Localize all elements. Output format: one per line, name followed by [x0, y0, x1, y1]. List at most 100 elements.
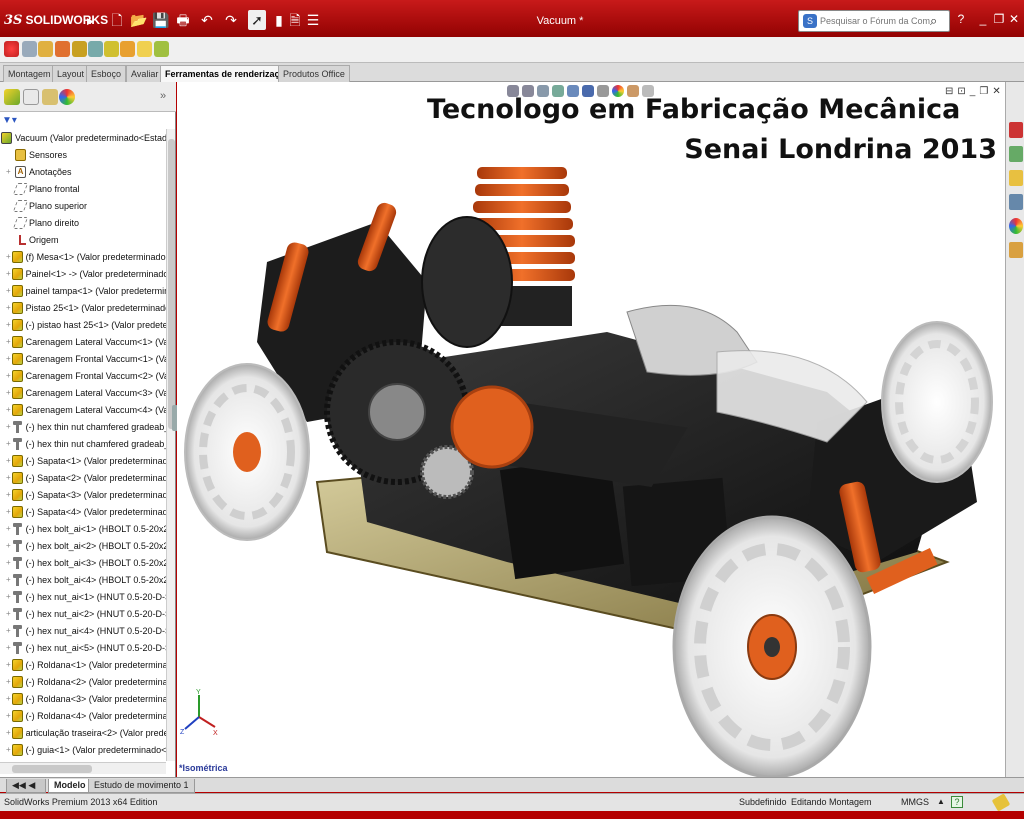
help-icon[interactable]: ? [953, 10, 969, 28]
expand-toggle-icon[interactable]: + [6, 371, 11, 380]
expand-toggle-icon[interactable]: + [6, 524, 11, 533]
view-palette-icon[interactable] [1009, 194, 1023, 210]
tab-modelo[interactable]: Modelo [48, 779, 92, 793]
select-arrow-icon[interactable]: ➚ [248, 10, 266, 30]
tree-item[interactable]: + (-) hex nut_ai<2> (HNUT 0.5-20-D-S<E [0, 605, 166, 622]
tab-layout[interactable]: Layout [52, 65, 90, 82]
redo-icon[interactable]: ↷ [222, 10, 240, 30]
expand-toggle-icon[interactable]: + [6, 354, 11, 363]
expand-toggle-icon[interactable]: + [6, 575, 11, 584]
quick-tips-help-icon[interactable]: ? [951, 796, 963, 808]
tab-produtos-office[interactable]: Produtos Office [278, 65, 350, 82]
units-selector[interactable]: MMGS [901, 797, 929, 807]
tree-item[interactable]: + Carenagem Frontal Vaccum<1> (Valor [0, 350, 166, 367]
tree-item[interactable]: Sensores [0, 146, 166, 163]
tree-item[interactable]: + (-) Sapata<4> (Valor predeterminado< [0, 503, 166, 520]
schedule-render-icon[interactable] [120, 41, 135, 57]
expand-toggle-icon[interactable]: + [6, 252, 11, 261]
property-manager-icon[interactable] [23, 89, 39, 105]
tree-item[interactable]: + Painel<1> -> (Valor predeterminado<< [0, 265, 166, 282]
tree-vertical-scrollbar[interactable] [166, 129, 175, 761]
expand-toggle-icon[interactable]: + [6, 405, 11, 414]
save-icon[interactable]: 💾 [152, 10, 170, 30]
tab-estudo-movimento[interactable]: Estudo de movimento 1 [88, 779, 195, 793]
tree-item[interactable]: + Carenagem Lateral Vaccum<4> (Valor [0, 401, 166, 418]
custom-properties-icon[interactable] [1009, 242, 1023, 258]
final-render-icon[interactable] [104, 41, 119, 57]
expand-toggle-icon[interactable]: + [6, 320, 11, 329]
tree-item[interactable]: Origem [0, 231, 166, 248]
restore-icon[interactable]: ❐ [991, 10, 1007, 28]
scrollbar-thumb[interactable] [12, 765, 92, 773]
tree-item[interactable]: + (-) Roldana<2> (Valor predeterminado [0, 673, 166, 690]
tree-filter[interactable]: ▼▾ [2, 114, 172, 128]
tree-item[interactable]: + (-) hex bolt_ai<1> (HBOLT 0.5-20x2.5x2 [0, 520, 166, 537]
tree-item[interactable]: + (-) hex nut_ai<5> (HNUT 0.5-20-D-S<E [0, 639, 166, 656]
tree-item[interactable]: + (-) Sapata<2> (Valor predeterminado< [0, 469, 166, 486]
expand-toggle-icon[interactable]: + [6, 439, 11, 448]
options-icon[interactable]: ☰ [304, 10, 322, 30]
tree-item[interactable]: + (-) Sapata<3> (Valor predeterminado< [0, 486, 166, 503]
tree-item[interactable]: + (-) hex thin nut chamfered gradeab_iso [0, 435, 166, 452]
expand-toggle-icon[interactable]: + [6, 286, 11, 295]
light-icon[interactable] [72, 41, 87, 57]
expand-panel-icon[interactable]: » [160, 90, 166, 102]
recall-render-icon[interactable] [137, 41, 152, 57]
expand-toggle-icon[interactable]: + [6, 728, 11, 737]
viewport-close-icon[interactable]: ✕ [992, 86, 1000, 97]
search-scope-icon[interactable]: S [803, 14, 817, 28]
tree-item[interactable]: + (f) Mesa<1> (Valor predeterminado<C [0, 248, 166, 265]
expand-toggle-icon[interactable]: + [6, 745, 11, 754]
solidworks-logo[interactable]: 3S SOLIDWORKS [4, 10, 108, 30]
appearance-icon[interactable] [22, 41, 37, 57]
expand-toggle-icon[interactable]: + [6, 660, 11, 669]
search-input[interactable] [820, 16, 930, 26]
feature-manager-icon[interactable] [4, 89, 20, 105]
tree-item[interactable]: Vacuum (Valor predeterminado<Estado de [0, 129, 166, 146]
expand-toggle-icon[interactable]: + [6, 694, 11, 703]
tree-item[interactable]: Plano direito [0, 214, 166, 231]
camera-icon[interactable] [88, 41, 103, 57]
expand-toggle-icon[interactable]: + [6, 269, 11, 278]
tree-item[interactable]: + (-) Roldana<3> (Valor predeterminado [0, 690, 166, 707]
appearances-scenes-icon[interactable] [1009, 218, 1023, 234]
expand-toggle-icon[interactable]: + [6, 490, 11, 499]
expand-toggle-icon[interactable]: + [6, 337, 11, 346]
expand-toggle-icon[interactable]: + [6, 558, 11, 567]
expand-toggle-icon[interactable]: + [6, 643, 11, 652]
tree-item[interactable]: + painel tampa<1> (Valor predeterminad [0, 282, 166, 299]
rc-car-3d-model[interactable] [177, 122, 1005, 777]
expand-toggle-icon[interactable]: + [6, 541, 11, 550]
menu-flyout-icon[interactable]: ▶ [87, 12, 95, 30]
tree-item[interactable]: + (-) Roldana<4> (Valor predeterminado [0, 707, 166, 724]
filter-icon[interactable]: ▼▾ [2, 115, 17, 126]
configuration-manager-icon[interactable] [42, 89, 58, 105]
tab-montagem[interactable]: Montagem [3, 65, 56, 82]
graphics-area[interactable]: ⊟ ⊡ _ ❐ ✕ Tecnologo em Fabricação Mecâni… [177, 82, 1005, 777]
close-icon[interactable]: ✕ [1006, 10, 1022, 28]
expand-toggle-icon[interactable]: + [6, 609, 11, 618]
tree-item[interactable]: + Carenagem Lateral Vaccum<1> (Valor [0, 333, 166, 350]
print-icon[interactable]: 🖶 [174, 10, 192, 30]
search-icon[interactable]: ⌕ [930, 13, 937, 29]
options-render-icon[interactable] [154, 41, 169, 57]
scrollbar-thumb[interactable] [168, 139, 175, 429]
tree-item[interactable]: + (-) pistao hast 25<1> (Valor predetermi [0, 316, 166, 333]
expand-toggle-icon[interactable]: + [6, 167, 14, 176]
expand-toggle-icon[interactable]: + [6, 388, 11, 397]
open-folder-icon[interactable]: 📂 [130, 10, 148, 30]
expand-toggle-icon[interactable]: + [6, 711, 11, 720]
tree-item[interactable]: + A Anotações [0, 163, 166, 180]
tree-item[interactable]: + Carenagem Lateral Vaccum<3> (Valor [0, 384, 166, 401]
tree-item[interactable]: + (-) Sapata<1> (Valor predeterminado< [0, 452, 166, 469]
tab-ferramentas-renderizacao[interactable]: Ferramentas de renderização [160, 65, 296, 82]
tree-item[interactable]: + articulação traseira<2> (Valor predeter… [0, 724, 166, 741]
expand-toggle-icon[interactable]: + [6, 303, 11, 312]
expand-toggle-icon[interactable]: + [6, 677, 11, 686]
tree-item[interactable]: + (-) Roldana<1> (Valor predeterminado [0, 656, 166, 673]
expand-toggle-icon[interactable]: + [6, 456, 11, 465]
expand-toggle-icon[interactable]: + [6, 422, 11, 431]
expand-toggle-icon[interactable]: + [6, 626, 11, 635]
community-search[interactable]: S ⌕ [798, 10, 950, 32]
tree-item[interactable]: + (-) guia<1> (Valor predeterminado<<V [0, 741, 166, 758]
